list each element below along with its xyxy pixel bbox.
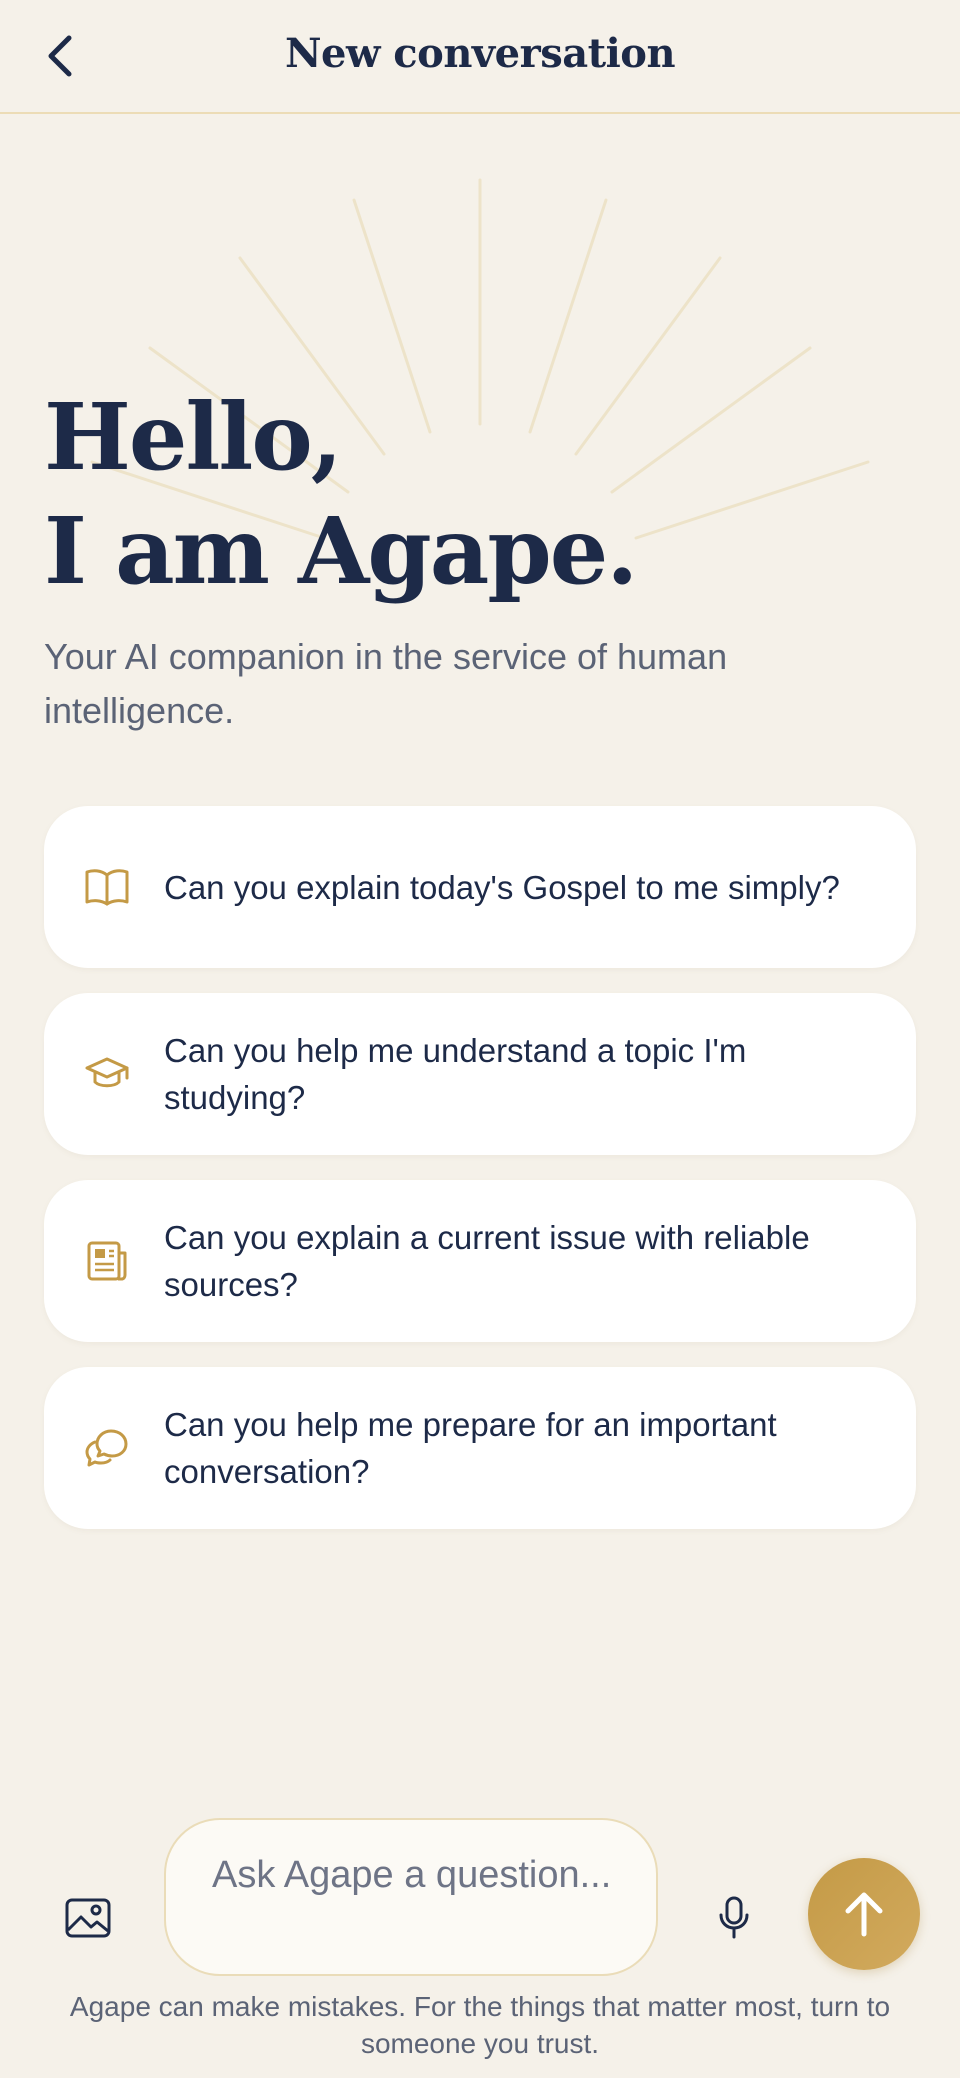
suggestion-card-conversation[interactable]: Can you help me prepare for an important… [44,1367,916,1529]
microphone-icon [719,1896,749,1939]
hero-subtitle: Your AI companion in the service of huma… [44,636,728,731]
suggestion-text: Can you explain today's Gospel to me sim… [164,868,840,906]
message-input[interactable] [210,1850,614,1954]
chat-bubbles-icon [84,1425,130,1471]
disclaimer-text: Agape can make mistakes. For the things … [69,1991,891,2059]
hero-greeting-line-2: I am Agape. [44,497,638,605]
hero-greeting-line-1: Hello, [44,383,343,491]
voice-input-button[interactable] [712,1890,756,1946]
suggestion-text: Can you explain a current issue with rel… [164,1219,810,1303]
hero-greeting: Hello, I am Agape. [44,380,638,608]
suggestion-card-study[interactable]: Can you help me understand a topic I'm s… [44,993,916,1155]
suggestion-text: Can you help me prepare for an important… [164,1406,777,1490]
page-title: New conversation [284,30,676,77]
graduation-cap-icon [84,1051,130,1097]
open-book-icon [84,864,130,910]
suggestion-text: Can you help me understand a topic I'm s… [164,1032,747,1116]
suggestion-card-gospel[interactable]: Can you explain today's Gospel to me sim… [44,806,916,968]
arrow-up-icon [845,1892,883,1937]
attach-image-button[interactable] [60,1890,116,1946]
send-button[interactable] [808,1858,920,1970]
image-icon [65,1898,111,1938]
suggestion-card-current-issue[interactable]: Can you explain a current issue with rel… [44,1180,916,1342]
message-composer [0,1810,960,1980]
suggestion-list: Can you explain today's Gospel to me sim… [44,806,916,1554]
message-input-container [164,1818,658,1976]
newspaper-icon [84,1238,130,1284]
top-bar: New conversation [0,0,960,114]
